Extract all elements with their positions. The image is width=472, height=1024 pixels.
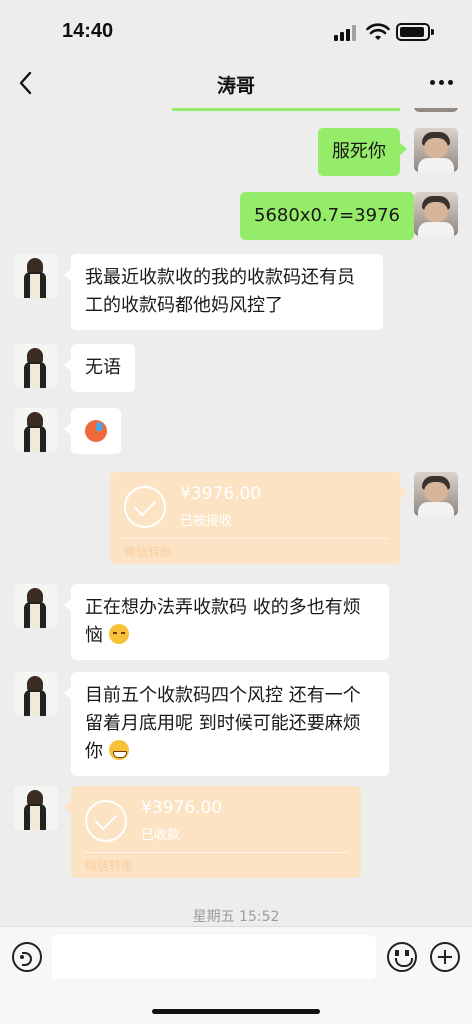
check-circle-icon [85, 800, 127, 842]
timestamp: 星期五 15:52 [192, 909, 280, 925]
avatar[interactable] [14, 344, 58, 388]
message-line: 我最近收款收的我的收款码还有员 [85, 267, 355, 288]
plus-icon[interactable] [430, 942, 460, 972]
message-line: 恼 [85, 622, 375, 650]
message-line: 留着月底用呢 到时候可能还要麻烦 [85, 713, 361, 734]
message-bubble[interactable]: 目前五个收款码四个风控 还有一个 留着月底用呢 到时候可能还要麻烦 你 [64, 672, 389, 776]
battery-icon [396, 23, 434, 41]
avatar[interactable] [14, 786, 58, 830]
angry-face-icon [85, 420, 107, 442]
tired-face-icon [108, 624, 129, 644]
check-circle-icon [124, 486, 166, 528]
transfer-card[interactable]: ¥3976.00 已收款 微信转账 [64, 786, 361, 878]
divider [122, 538, 388, 539]
avatar[interactable] [14, 584, 58, 628]
message-bubble[interactable]: 服死你 [318, 128, 407, 176]
signal-icon [334, 25, 358, 41]
chat-title: 涛哥 [216, 75, 255, 97]
nav-bar: 涛哥 [0, 58, 472, 108]
avatar[interactable] [414, 472, 458, 516]
message-input[interactable] [52, 935, 376, 979]
message-bubble[interactable] [64, 408, 121, 454]
transfer-source: 微信转账 [124, 545, 173, 559]
status-bar: 14:40 [0, 0, 472, 58]
message-bubble[interactable]: 我最近收款收的我的收款码还有员 工的收款码都他妈风控了 [64, 254, 383, 330]
input-bar [0, 926, 472, 1024]
transfer-status: 已被接收 [180, 514, 233, 529]
avatar[interactable] [14, 254, 58, 298]
transfer-source: 微信转账 [85, 859, 134, 873]
avatar[interactable] [414, 108, 458, 112]
divider [83, 852, 349, 853]
transfer-card[interactable]: ¥3976.00 已被接收 微信转账 [110, 472, 407, 564]
avatar[interactable] [14, 672, 58, 716]
message-bubble[interactable]: 5680x0.7=3976 [240, 192, 421, 240]
transfer-status: 已收款 [141, 828, 181, 843]
avatar[interactable] [414, 192, 458, 236]
avatar[interactable] [14, 408, 58, 452]
message-line: 你 [85, 738, 375, 766]
transfer-amount: ¥3976.00 [180, 484, 262, 504]
home-indicator [152, 1009, 320, 1014]
transfer-amount: ¥3976.00 [141, 798, 223, 818]
wifi-icon [366, 23, 390, 40]
avatar[interactable] [414, 128, 458, 172]
more-dots-icon[interactable] [428, 80, 456, 88]
voice-icon[interactable] [12, 942, 42, 972]
message-line: 目前五个收款码四个风控 还有一个 [85, 685, 361, 706]
chat-area[interactable]: 服死你 5680x0.7=3976 我最近收款收的我的收款码还有员 工的收款码都… [0, 108, 472, 926]
emoji-icon[interactable] [387, 942, 417, 972]
message-bubble[interactable]: 正在想办法弄收款码 收的多也有烦 恼 [64, 584, 389, 660]
clock: 14:40 [62, 20, 114, 42]
message-line: 正在想办法弄收款码 收的多也有烦 [85, 597, 361, 618]
grin-face-icon [108, 740, 129, 760]
previous-message-fragment [172, 108, 400, 111]
message-line: 工的收款码都他妈风控了 [85, 295, 283, 316]
message-bubble[interactable]: 无语 [64, 344, 135, 392]
